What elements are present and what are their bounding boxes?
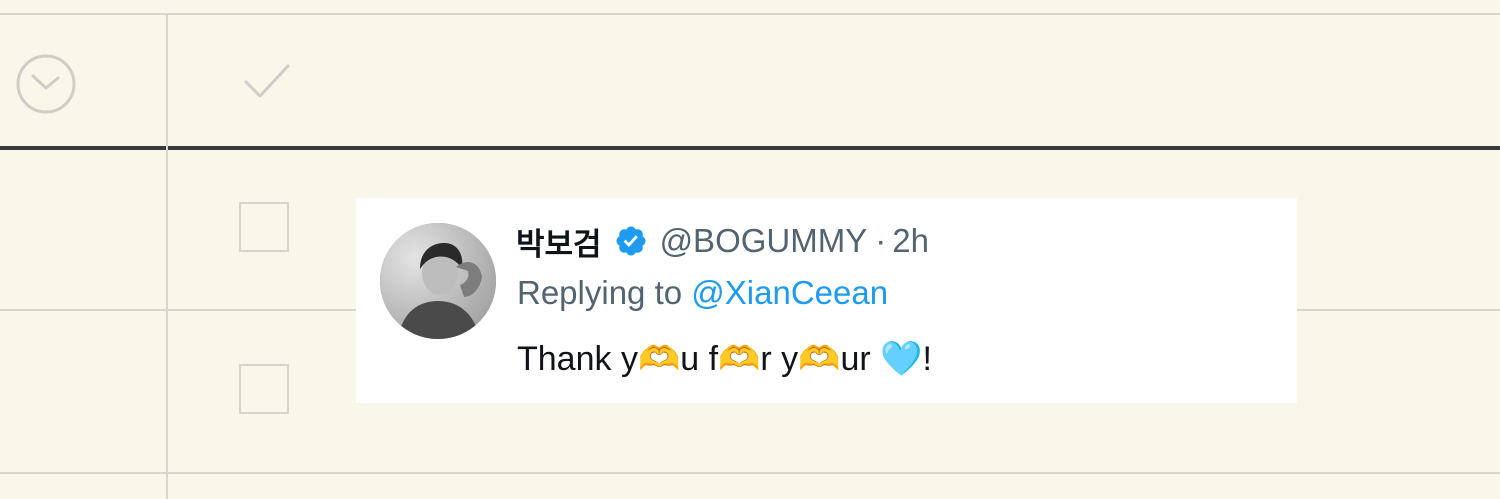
clock-icon: [16, 54, 76, 114]
row-checkbox[interactable]: [239, 364, 289, 414]
tweet-text: Thank y🫶u f🫶r y🫶ur 🩵!: [517, 340, 932, 378]
table-column-divider: [166, 14, 168, 499]
avatar[interactable]: [380, 223, 496, 339]
replying-to-label: Replying to: [517, 274, 692, 311]
row-checkbox[interactable]: [239, 202, 289, 252]
replying-to-link[interactable]: @XianCeean: [691, 274, 888, 311]
verified-badge-icon: [616, 226, 646, 256]
replying-to-line: Replying to @XianCeean: [517, 274, 888, 312]
table-header-divider: [0, 146, 1500, 150]
checkmark-icon: [244, 64, 290, 98]
table-row-divider: [0, 472, 1500, 474]
table-top-border: [0, 13, 1500, 15]
tweet-timestamp[interactable]: 2h: [892, 222, 929, 260]
tweet-card[interactable]: 박보검 @BOGUMMY · 2h Replying to @XianCeean…: [356, 198, 1297, 403]
display-name[interactable]: 박보검: [516, 219, 602, 264]
user-handle[interactable]: @BOGUMMY: [660, 222, 868, 260]
separator-dot: ·: [875, 222, 887, 259]
tweet-header: 박보검 @BOGUMMY · 2h: [516, 218, 929, 264]
